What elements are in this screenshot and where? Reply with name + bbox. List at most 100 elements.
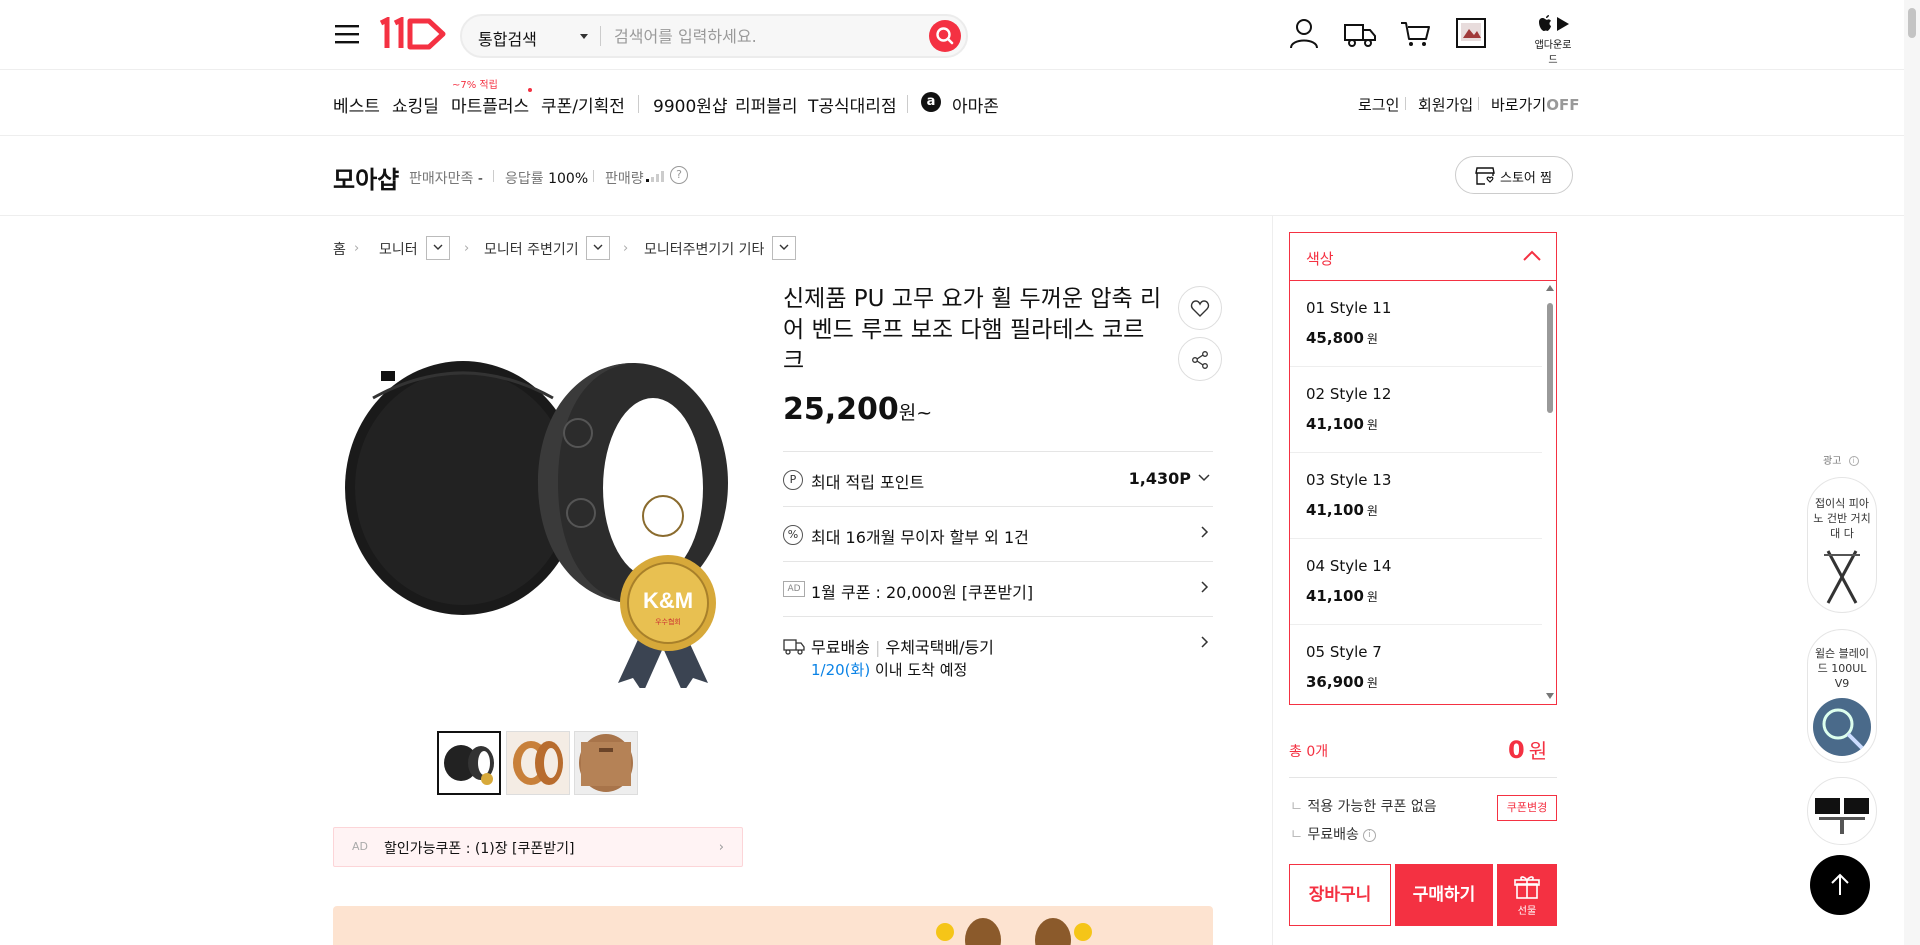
shipping-row[interactable]: 무료배송 | 우체국택배/등기 1/20(화) 이내 도착 예정	[783, 616, 1213, 696]
ad-label: 광고 i	[1823, 452, 1859, 467]
menu-icon[interactable]	[333, 20, 361, 48]
installment-row[interactable]: % 최대 16개월 무이자 할부 외 1건	[783, 506, 1213, 561]
nav-item-mart-plus[interactable]: 마트플러스	[451, 92, 529, 117]
scroll-up-arrow[interactable]	[1546, 285, 1554, 291]
breadcrumb-dropdown[interactable]	[426, 236, 450, 260]
total-price-unit: 원	[1528, 739, 1548, 763]
product-main-image[interactable]: K&M 우수협회	[333, 288, 733, 688]
nav-item-t-agency[interactable]: T공식대리점	[808, 92, 897, 117]
side-ad-2[interactable]: 윌슨 블레이드 100UL V9	[1807, 629, 1877, 763]
seller-response-label: 응답률	[505, 171, 544, 187]
seller-name[interactable]: 모아샵	[333, 160, 399, 195]
chevron-down-icon	[433, 244, 443, 250]
option-item[interactable]: 05 Style 7 36,900 원	[1290, 625, 1542, 704]
option-item[interactable]: 04 Style 14 41,100 원	[1290, 539, 1542, 625]
column-divider	[1272, 216, 1273, 945]
arrival-text: 이내 도착 예정	[874, 661, 968, 679]
page-scroll-thumb[interactable]	[1908, 8, 1916, 38]
delivery-truck-icon[interactable]	[1343, 16, 1377, 50]
share-button[interactable]	[1178, 337, 1222, 381]
points-value: 1,430P	[1128, 469, 1191, 488]
thumbnail-1[interactable]	[437, 731, 501, 795]
nav-item-refurbly[interactable]: 리퍼블리	[735, 92, 798, 117]
discount-coupon-text: 할인가능쿠폰 : (1)장 [쿠폰받기]	[384, 841, 575, 857]
breadcrumb-item[interactable]: 모니터 주변기기	[484, 239, 579, 259]
option-header[interactable]: 색상	[1290, 233, 1556, 281]
side-ad-3[interactable]	[1807, 777, 1877, 845]
recent-viewed-icon[interactable]	[1455, 16, 1487, 50]
search-icon	[936, 27, 954, 45]
breadcrumb-dropdown[interactable]	[772, 236, 796, 260]
option-item[interactable]: 01 Style 11 45,800 원	[1290, 281, 1542, 367]
wishlist-button[interactable]	[1178, 286, 1222, 330]
coupon-change-button[interactable]: 쿠폰변경	[1497, 795, 1557, 821]
cart-icon[interactable]	[1399, 16, 1431, 50]
option-scrollbar[interactable]	[1546, 285, 1554, 699]
chevron-down-icon[interactable]	[580, 34, 588, 39]
badge-text: K&M	[643, 588, 693, 613]
page-scrollbar[interactable]	[1904, 0, 1920, 945]
shortcut-toggle[interactable]: 바로가기OFF	[1491, 94, 1579, 115]
buy-now-button[interactable]: 구매하기	[1395, 864, 1493, 926]
nav-item-best[interactable]: 베스트	[333, 92, 380, 117]
nav-item-shocking-deal[interactable]: 쇼킹딜	[392, 92, 439, 117]
info-icon[interactable]: i	[1848, 456, 1859, 466]
search-scope-select[interactable]: 통합검색	[478, 26, 537, 50]
user-icon[interactable]	[1288, 16, 1320, 50]
share-icon	[1192, 351, 1208, 369]
ad-coupon-label: 1월 쿠폰 : 20,000원 [쿠폰받기]	[811, 583, 1034, 602]
chevron-down-icon	[779, 244, 789, 250]
nav-item-9900-shop[interactable]: 9900원샵	[653, 92, 728, 117]
info-icon[interactable]: i	[1362, 828, 1376, 842]
total-count: 총 0개	[1289, 744, 1329, 760]
point-icon: P	[783, 470, 803, 490]
chevron-right-icon	[1201, 636, 1209, 648]
seller-satisfaction: 판매자만족 -	[409, 168, 483, 188]
nav-item-amazon[interactable]: 아마존	[952, 92, 999, 117]
signup-link[interactable]: 회원가입	[1418, 94, 1473, 115]
price-value: 25,200	[783, 392, 899, 427]
scroll-to-top-button[interactable]	[1810, 855, 1870, 915]
seller-divider	[593, 170, 594, 182]
store-favorite-button[interactable]: 스토어 찜	[1455, 156, 1573, 194]
add-to-cart-button[interactable]: 장바구니	[1289, 864, 1391, 926]
gift-button[interactable]: 선물	[1497, 864, 1557, 926]
breadcrumb-item[interactable]: 모니터주변기기 기타	[644, 239, 764, 259]
points-row[interactable]: P 최대 적립 포인트 1,430P	[783, 451, 1213, 506]
total-price-value: 0	[1508, 736, 1525, 764]
ad-coupon-row[interactable]: AD 1월 쿠폰 : 20,000원 [쿠폰받기]	[783, 561, 1213, 616]
breadcrumb-home[interactable]: 홈	[333, 239, 346, 259]
scroll-down-arrow[interactable]	[1546, 693, 1554, 699]
ad-tag: AD	[783, 581, 805, 597]
option-price-value: 45,800	[1306, 329, 1364, 347]
logo[interactable]	[377, 17, 449, 51]
gift-label: 선물	[1517, 906, 1537, 917]
app-download-button[interactable]: 앱다운로드	[1531, 14, 1575, 66]
badge-sub-text: 우수협회	[655, 617, 681, 626]
option-price: 45,800 원	[1306, 329, 1378, 347]
gift-icon	[1514, 876, 1540, 899]
search-input[interactable]	[614, 21, 904, 51]
help-icon[interactable]: ?	[670, 166, 688, 184]
side-ad-1[interactable]: 접이식 피아노 건반 거치대 다	[1807, 477, 1877, 613]
login-link[interactable]: 로그인	[1358, 94, 1399, 115]
promo-banner[interactable]	[333, 906, 1213, 945]
scroll-thumb[interactable]	[1547, 303, 1553, 413]
category-nav: 베스트 쇼킹딜 ~7% 적립 마트플러스 쿠폰/기획전 9900원샵 리퍼블리 …	[0, 70, 1904, 136]
breadcrumb-dropdown[interactable]	[586, 236, 610, 260]
total-price: 0원	[1508, 735, 1547, 764]
product-title: 신제품 PU 고무 요가 휠 두꺼운 압축 리어 벤드 루프 보조 다햄 필라테…	[783, 286, 1162, 374]
search-button[interactable]	[929, 20, 961, 52]
nav-item-coupon[interactable]: 쿠폰/기획전	[541, 92, 625, 117]
option-item[interactable]: 02 Style 12 41,100 원	[1290, 367, 1542, 453]
breadcrumb-item[interactable]: 모니터	[379, 239, 418, 259]
option-price-value: 36,900	[1306, 673, 1364, 691]
thumbnail-2[interactable]	[506, 731, 570, 795]
points-label: 최대 적립 포인트	[811, 473, 925, 492]
option-item[interactable]: 03 Style 13 41,100 원	[1290, 453, 1542, 539]
mascot-illustration	[936, 918, 1092, 945]
free-shipping-text: 무료배송	[1307, 827, 1359, 843]
discount-coupon-bar[interactable]: AD 할인가능쿠폰 : (1)장 [쿠폰받기] ›	[333, 827, 743, 867]
option-name: 01 Style 11	[1306, 299, 1392, 317]
thumbnail-3[interactable]	[574, 731, 638, 795]
